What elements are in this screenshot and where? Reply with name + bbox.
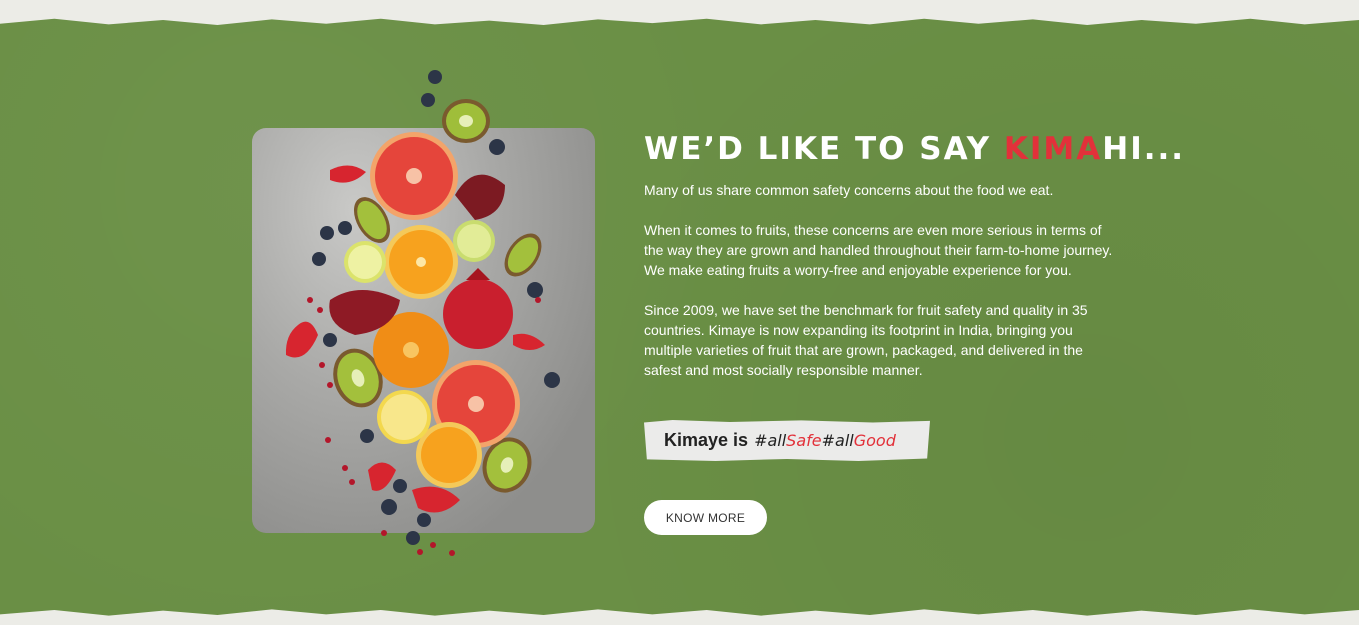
paragraph-3: Since 2009, we have set the benchmark fo… xyxy=(644,302,1088,378)
heading-suffix: HI... xyxy=(1102,131,1186,167)
tagline-lead: Kimaye is xyxy=(664,430,749,450)
know-more-button[interactable]: KNOW MORE xyxy=(644,500,767,535)
tagline-word-good: Good xyxy=(853,431,896,450)
section-heading: WE’D LIKE TO SAY KIMAHI... xyxy=(644,128,1183,170)
tagline-hashtags: #allSafe#allGood xyxy=(754,431,896,450)
heading-prefix: WE’D LIKE TO SAY xyxy=(644,131,1004,167)
heading-accent: KIMA xyxy=(1003,131,1103,167)
tagline-hash-1: #all xyxy=(754,431,787,450)
tagline-word-safe: Safe xyxy=(786,431,822,450)
tagline-hash-2: #all xyxy=(821,431,854,450)
paragraph-1: Many of us share common safety concerns … xyxy=(644,182,1054,198)
intro-copy: WE’D LIKE TO SAY KIMAHI... Many of us sh… xyxy=(644,128,1183,535)
tagline-banner: Kimaye is #allSafe#allGood xyxy=(644,420,930,461)
fruit-photo xyxy=(252,128,595,533)
paragraph-2: When it comes to fruits, these concerns … xyxy=(644,222,1113,278)
